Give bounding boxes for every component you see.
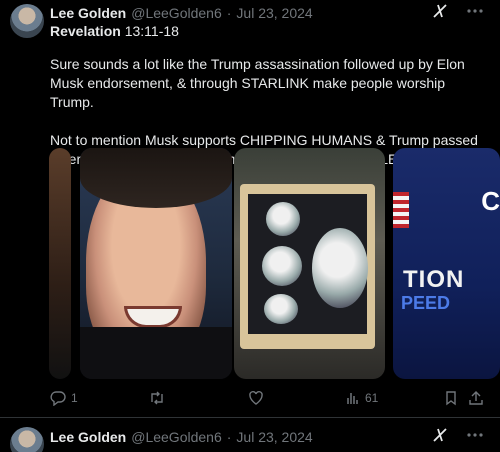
media-image-3[interactable] bbox=[234, 148, 385, 379]
media-image-4[interactable]: C TION PEED bbox=[393, 148, 500, 379]
skull-scan-small-3 bbox=[264, 294, 298, 324]
more-icon[interactable] bbox=[466, 8, 484, 14]
media-image-2[interactable] bbox=[80, 148, 232, 379]
author-handle[interactable]: @LeeGolden6 bbox=[131, 5, 222, 21]
skull-scan-small-2 bbox=[262, 246, 302, 286]
next-tweet-header: Lee Golden @LeeGolden6 · Jul 23, 2024 bbox=[50, 428, 313, 446]
skull-scan-small-1 bbox=[266, 202, 300, 236]
share-icon bbox=[468, 390, 484, 406]
backdrop-logo-line2: PEED bbox=[401, 293, 451, 313]
scan-screen bbox=[248, 194, 368, 334]
media-carousel[interactable]: C TION PEED bbox=[49, 148, 500, 379]
next-grok-icon[interactable] bbox=[432, 427, 448, 443]
repost-button[interactable] bbox=[148, 390, 166, 406]
views-count: 61 bbox=[365, 391, 379, 405]
scan-monitor bbox=[240, 184, 375, 349]
corner-letter: C bbox=[481, 186, 500, 216]
header-actions bbox=[432, 3, 484, 19]
reference-book: Revelation bbox=[50, 23, 121, 39]
next-separator-dot: · bbox=[226, 429, 232, 445]
portrait-hair bbox=[80, 148, 232, 208]
author-name[interactable]: Lee Golden bbox=[50, 5, 126, 21]
bookmark-icon bbox=[444, 390, 458, 406]
like-icon bbox=[248, 390, 264, 406]
bookmark-button[interactable] bbox=[444, 390, 458, 406]
separator-dot: · bbox=[226, 5, 232, 21]
reply-count: 1 bbox=[71, 391, 78, 405]
next-author-name[interactable]: Lee Golden bbox=[50, 429, 126, 445]
media-image-1[interactable] bbox=[49, 148, 71, 379]
tweet-header: Lee Golden @LeeGolden6 · Jul 23, 2024 bbox=[50, 4, 313, 22]
views-button[interactable]: 61 bbox=[346, 391, 378, 405]
action-bar: 1 61 bbox=[50, 388, 483, 408]
backdrop-logo-line1: TION bbox=[403, 266, 465, 293]
reply-icon bbox=[50, 390, 66, 406]
flag-stripes bbox=[393, 192, 409, 228]
next-post-date[interactable]: Jul 23, 2024 bbox=[236, 429, 312, 445]
views-icon bbox=[346, 391, 360, 405]
repost-icon bbox=[148, 390, 166, 406]
skull-scan-large bbox=[312, 228, 368, 308]
next-author-handle[interactable]: @LeeGolden6 bbox=[131, 429, 222, 445]
post-date[interactable]: Jul 23, 2024 bbox=[236, 5, 312, 21]
next-more-icon[interactable] bbox=[466, 432, 484, 438]
reply-button[interactable]: 1 bbox=[50, 390, 78, 406]
next-header-actions bbox=[432, 427, 484, 443]
share-button[interactable] bbox=[468, 390, 484, 406]
next-author-avatar[interactable] bbox=[10, 427, 44, 452]
portrait-suit bbox=[80, 327, 232, 379]
author-avatar[interactable] bbox=[10, 4, 44, 38]
tweet[interactable]: Lee Golden @LeeGolden6 · Jul 23, 2024 Re… bbox=[0, 0, 500, 418]
grok-icon[interactable] bbox=[432, 3, 448, 19]
paragraph-1: Sure sounds a lot like the Trump assassi… bbox=[50, 56, 465, 110]
next-tweet[interactable]: Lee Golden @LeeGolden6 · Jul 23, 2024 bbox=[0, 419, 500, 452]
scripture-reference: Revelation 13:11-18 bbox=[50, 23, 179, 39]
like-button[interactable] bbox=[248, 390, 264, 406]
portrait-smile bbox=[124, 306, 182, 328]
reference-verses: 13:11-18 bbox=[120, 23, 179, 39]
